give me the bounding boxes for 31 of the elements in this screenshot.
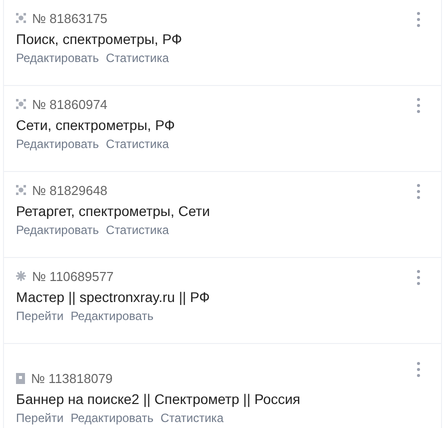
action-link[interactable]: Редактировать [16, 222, 99, 238]
campaign-number: № 113818079 [31, 370, 113, 386]
campaign-number: № 81863175 [32, 10, 108, 26]
action-link[interactable]: Перейти [16, 308, 64, 324]
grid-icon [16, 185, 26, 195]
more-icon[interactable] [415, 182, 422, 201]
more-icon[interactable] [415, 268, 422, 287]
action-link[interactable]: Редактировать [16, 136, 99, 152]
action-link[interactable]: Статистика [160, 410, 224, 426]
more-icon[interactable] [415, 10, 422, 29]
action-link[interactable]: Редактировать [70, 308, 154, 324]
action-link[interactable]: Статистика [106, 222, 169, 238]
grid-icon [16, 99, 26, 109]
action-link[interactable]: Редактировать [70, 410, 154, 426]
campaign-title: Баннер на поиске2 || Спектрометр || Россия [16, 390, 302, 409]
campaign-title: Сети, спектрометры, РФ [16, 116, 176, 135]
campaign-title: Мастер || spectronxray.ru || РФ [16, 288, 211, 307]
more-icon[interactable] [415, 360, 422, 379]
action-link[interactable]: Статистика [106, 136, 169, 152]
campaign-number: № 110689577 [32, 268, 114, 284]
action-link[interactable]: Статистика [106, 50, 169, 66]
more-icon[interactable] [415, 96, 422, 115]
campaign-title: Ретаргет, спектрометры, Сети [16, 202, 211, 221]
campaign-title: Поиск, спектрометры, РФ [16, 30, 184, 49]
grid-icon [16, 13, 26, 23]
document-icon [16, 372, 25, 384]
campaign-number: № 81860974 [32, 96, 108, 112]
sparkle-icon [16, 271, 26, 281]
action-link[interactable]: Редактировать [16, 50, 99, 66]
action-link[interactable]: Перейти [16, 410, 64, 426]
campaign-number: № 81829648 [32, 182, 108, 198]
